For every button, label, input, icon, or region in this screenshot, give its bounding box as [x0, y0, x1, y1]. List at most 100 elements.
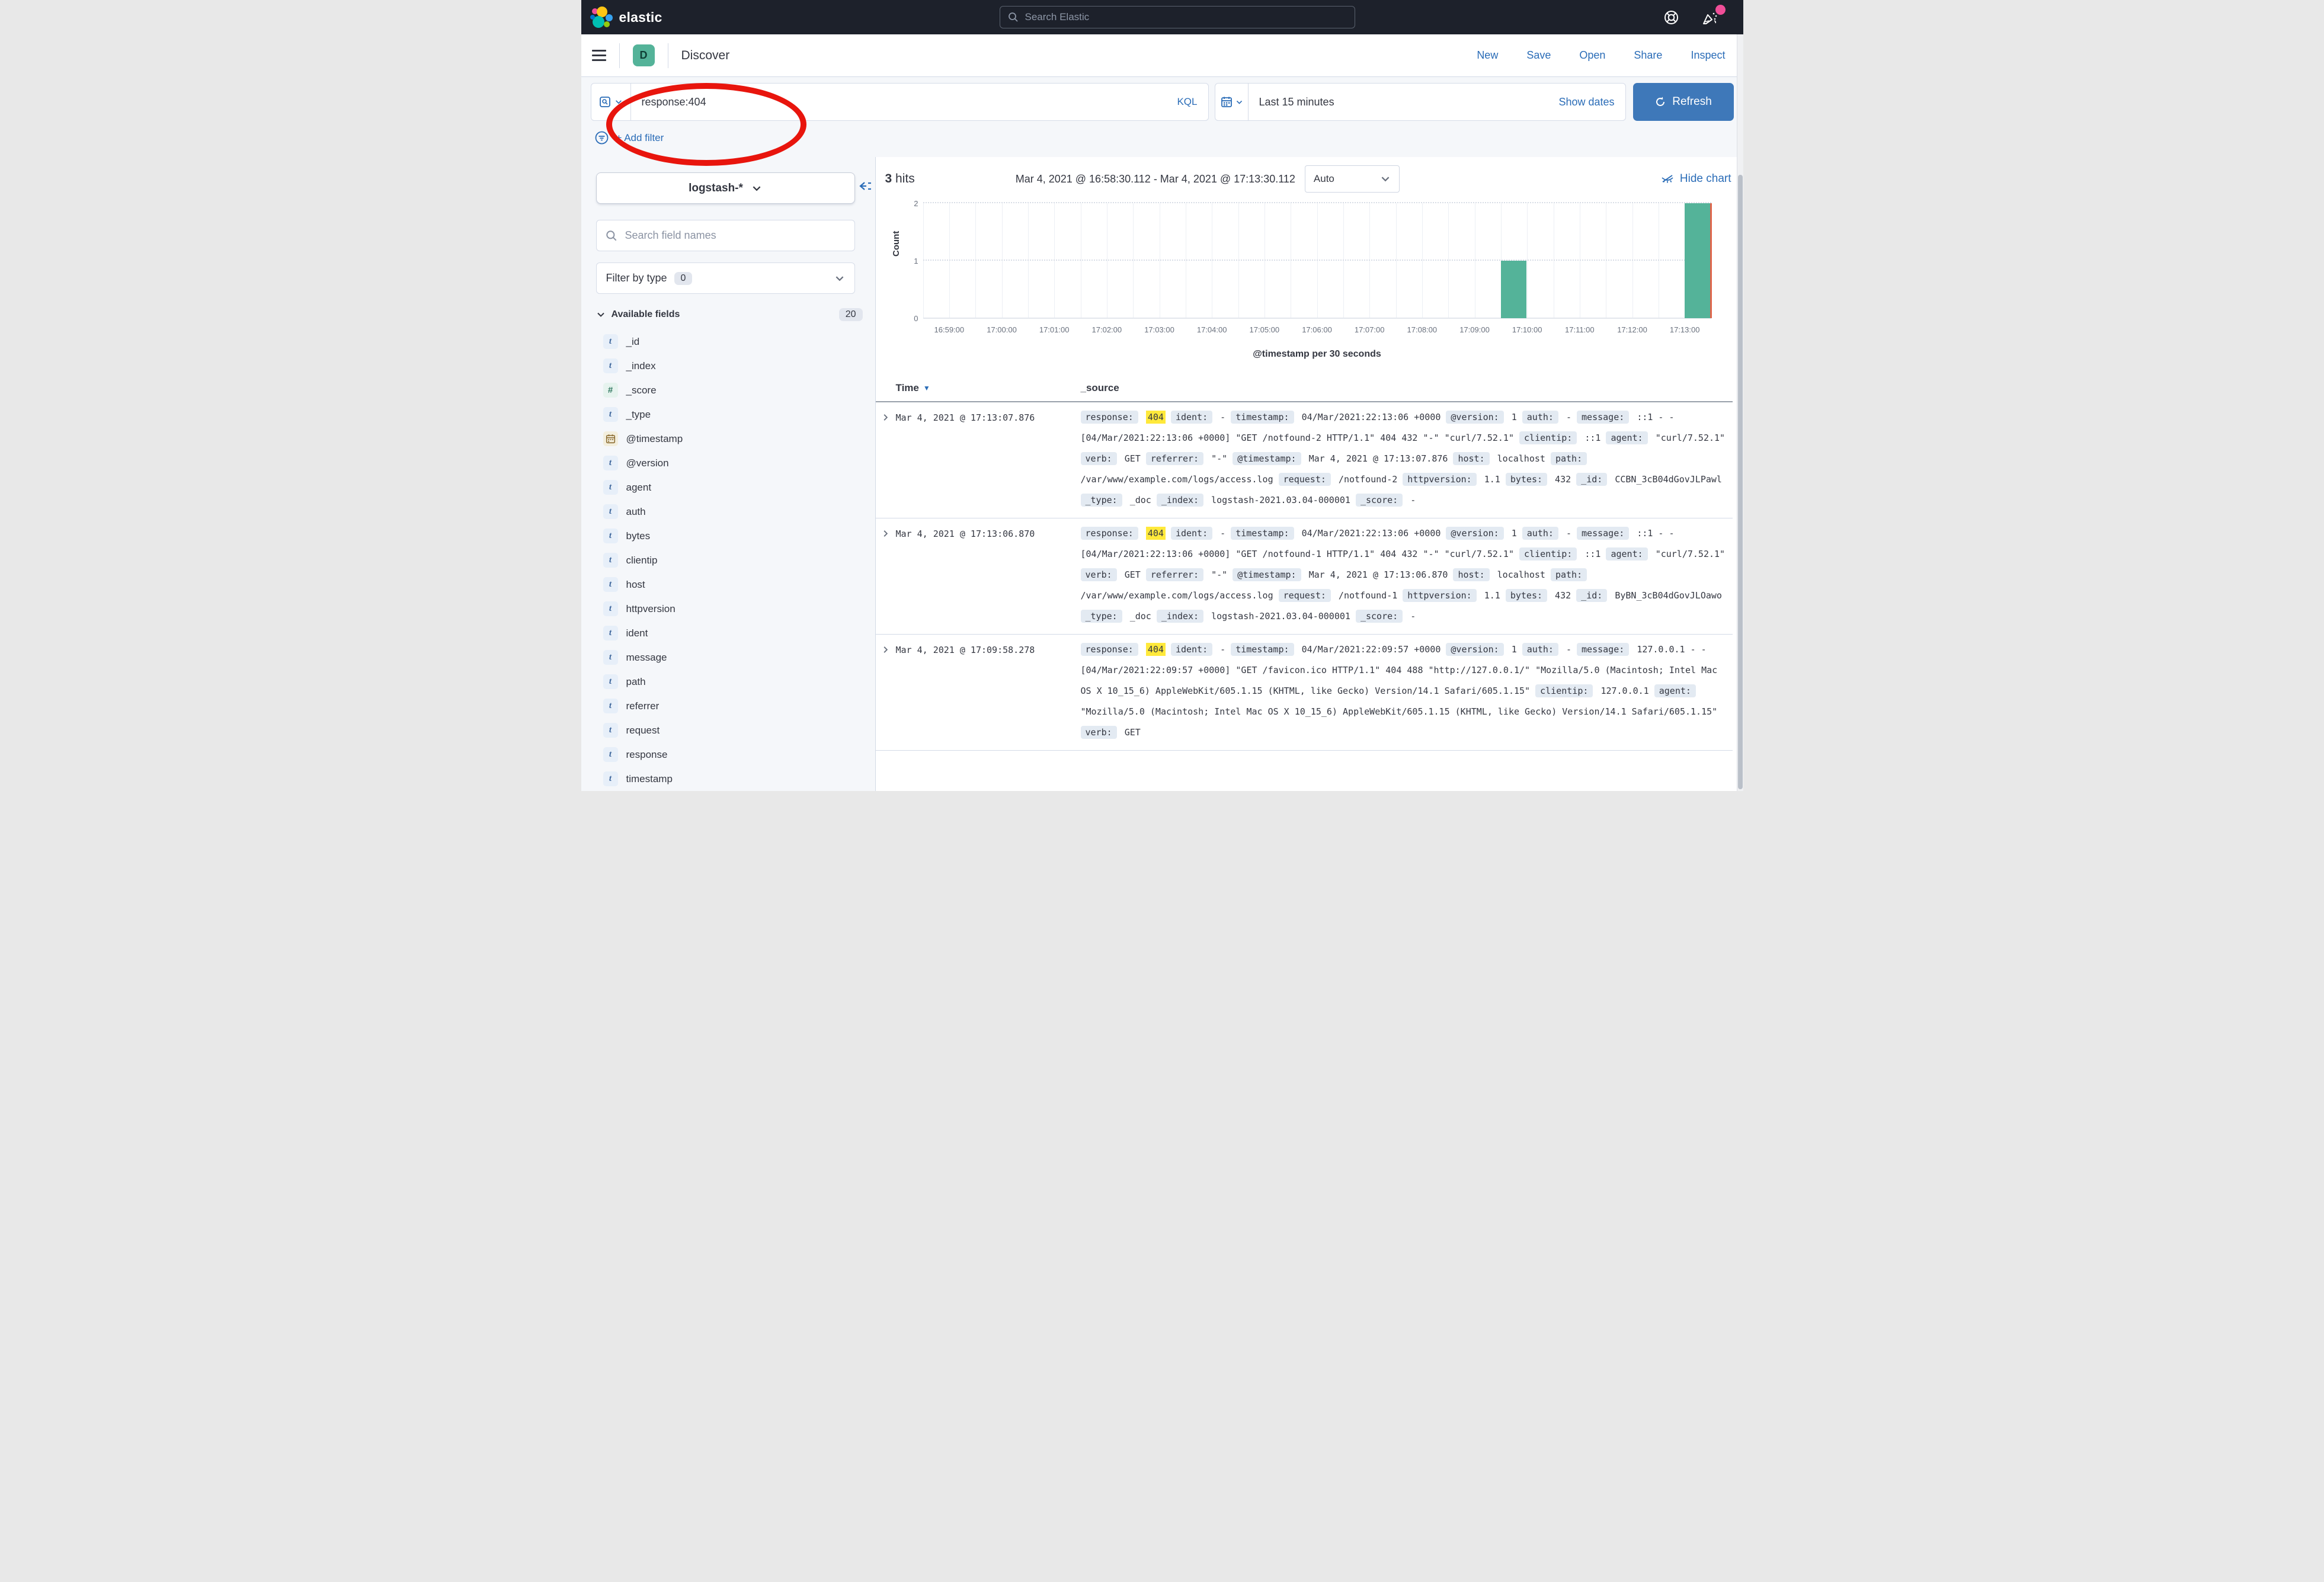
expand-row-icon[interactable]: [876, 523, 896, 627]
field-item-ident[interactable]: tident: [596, 621, 863, 645]
field-name: httpversion: [626, 603, 676, 615]
elastic-logo[interactable]: elastic: [590, 5, 662, 29]
field-type-text-icon: t: [603, 747, 618, 762]
histogram-bar[interactable]: [1501, 261, 1526, 318]
top-nav-inspect-button[interactable]: Inspect: [1691, 49, 1725, 62]
field-value: "-": [1211, 569, 1227, 580]
menu-icon[interactable]: [592, 50, 606, 61]
field-search-input[interactable]: Search field names: [596, 220, 855, 251]
field-item-httpversion[interactable]: t httpversion: [596, 597, 863, 621]
top-nav-menu: New Save Open Share Inspect: [1477, 49, 1732, 62]
expand-row-icon[interactable]: [876, 639, 896, 743]
saved-query-menu-button[interactable]: [591, 83, 631, 121]
field-name-badge: clientip:: [1535, 684, 1593, 697]
y-axis-tick-label: 2: [905, 199, 918, 208]
field-name-badge: timestamp:: [1231, 643, 1294, 656]
hide-chart-button[interactable]: Hide chart: [1660, 172, 1731, 186]
query-language-button[interactable]: KQL: [1177, 96, 1197, 108]
field-item-bytes[interactable]: tbytes: [596, 524, 863, 548]
field-value: -: [1566, 528, 1571, 539]
field-item-path[interactable]: tpath: [596, 670, 863, 694]
x-axis-tick-label: 17:08:00: [1407, 325, 1438, 334]
query-input[interactable]: response:404 KQL: [631, 83, 1209, 121]
scrollbar-thumb[interactable]: [1738, 175, 1743, 789]
field-item-@timestamp[interactable]: @timestamp: [596, 427, 863, 451]
field-item-_type[interactable]: t_type: [596, 402, 863, 427]
histogram-bar[interactable]: [1685, 203, 1710, 318]
field-name-badge: request:: [1279, 473, 1331, 486]
field-name-badge: timestamp:: [1231, 411, 1294, 424]
top-nav-new-button[interactable]: New: [1477, 49, 1498, 62]
field-item-@version[interactable]: t@version: [596, 451, 863, 475]
discover-app-icon[interactable]: D: [633, 44, 655, 66]
field-type-text-icon: t: [603, 723, 618, 738]
field-value: 432: [1555, 590, 1571, 601]
field-item-request[interactable]: trequest: [596, 718, 863, 742]
filter-by-type-select[interactable]: Filter by type 0: [596, 262, 855, 294]
show-dates-button[interactable]: Show dates: [1558, 96, 1614, 108]
add-filter-button[interactable]: + Add filter: [616, 132, 664, 144]
field-name-badge: bytes:: [1506, 589, 1547, 602]
field-value: /var/www/example.com/logs/access.log: [1081, 474, 1273, 485]
field-value: logstash-2021.03.04-000001: [1211, 495, 1350, 505]
field-item-_id[interactable]: t_id: [596, 329, 863, 354]
field-item-message[interactable]: tmessage: [596, 645, 863, 670]
filter-icon[interactable]: [594, 130, 609, 145]
top-nav-open-button[interactable]: Open: [1579, 49, 1605, 62]
time-column-header[interactable]: Time ▼: [896, 382, 1081, 394]
field-name-badge: response:: [1081, 411, 1138, 424]
time-cell: Mar 4, 2021 @ 17:13:07.876: [896, 407, 1081, 511]
field-item-auth[interactable]: tauth: [596, 499, 863, 524]
histogram-plot-area: 012: [923, 203, 1711, 318]
global-search-placeholder: Search Elastic: [1025, 11, 1090, 23]
field-type-text-icon: t: [603, 601, 618, 616]
newsfeed-icon[interactable]: [1702, 9, 1718, 25]
field-item-_score[interactable]: #_score: [596, 378, 863, 402]
elastic-logo-text: elastic: [619, 9, 662, 25]
field-name-badge: auth:: [1522, 527, 1558, 540]
field-item-referrer[interactable]: treferrer: [596, 694, 863, 718]
field-item-agent[interactable]: tagent: [596, 475, 863, 499]
time-column-label: Time: [896, 382, 919, 394]
field-value: localhost: [1497, 569, 1545, 580]
time-cell: Mar 4, 2021 @ 17:09:58.278: [896, 639, 1081, 743]
field-value: GET: [1125, 453, 1141, 464]
field-type-date-icon: [603, 431, 618, 446]
hits-bar: 3 hits Mar 4, 2021 @ 16:58:30.112 - Mar …: [876, 157, 1743, 195]
help-icon[interactable]: [1663, 9, 1679, 25]
field-value: -: [1410, 495, 1416, 505]
top-nav-share-button[interactable]: Share: [1634, 49, 1662, 62]
interval-value: Auto: [1314, 173, 1334, 185]
page-scrollbar[interactable]: [1737, 34, 1743, 791]
field-item-response[interactable]: tresponse: [596, 742, 863, 767]
time-range-input[interactable]: Last 15 minutes Show dates: [1249, 83, 1626, 121]
x-axis-labels: 16:59:0017:00:0017:01:0017:02:0017:03:00…: [923, 325, 1711, 337]
top-nav-save-button[interactable]: Save: [1526, 49, 1551, 62]
field-value: GET: [1125, 569, 1141, 580]
chart-gridline-vertical: [923, 203, 924, 318]
field-type-text-icon: t: [603, 699, 618, 713]
chevron-down-icon: [1380, 174, 1391, 184]
histogram-interval-select[interactable]: Auto: [1305, 165, 1400, 193]
field-value: _doc: [1130, 611, 1151, 622]
field-value: "-": [1211, 453, 1227, 464]
available-fields-header[interactable]: Available fields 20: [596, 308, 863, 321]
refresh-button[interactable]: Refresh: [1633, 83, 1734, 121]
field-value: "curl/7.52.1": [1656, 549, 1725, 559]
field-item-host[interactable]: thost: [596, 572, 863, 597]
global-search-input[interactable]: Search Elastic: [1000, 6, 1355, 28]
expand-row-icon[interactable]: [876, 407, 896, 511]
x-axis-tick-label: 17:02:00: [1092, 325, 1122, 334]
chevron-down-icon: [751, 183, 762, 194]
field-name-badge: message:: [1577, 527, 1629, 540]
field-name: @timestamp: [626, 433, 683, 445]
index-pattern-selector[interactable]: logstash-*: [596, 172, 855, 204]
field-name-badge: _index:: [1157, 494, 1203, 507]
field-item-clientip[interactable]: tclientip: [596, 548, 863, 572]
field-item-timestamp[interactable]: ttimestamp: [596, 767, 863, 791]
x-axis-tick-label: 17:11:00: [1565, 325, 1595, 334]
collapse-sidebar-icon[interactable]: [857, 178, 873, 197]
date-picker-button[interactable]: [1215, 83, 1249, 121]
field-item-_index[interactable]: t_index: [596, 354, 863, 378]
index-pattern-name: logstash-*: [689, 182, 743, 195]
